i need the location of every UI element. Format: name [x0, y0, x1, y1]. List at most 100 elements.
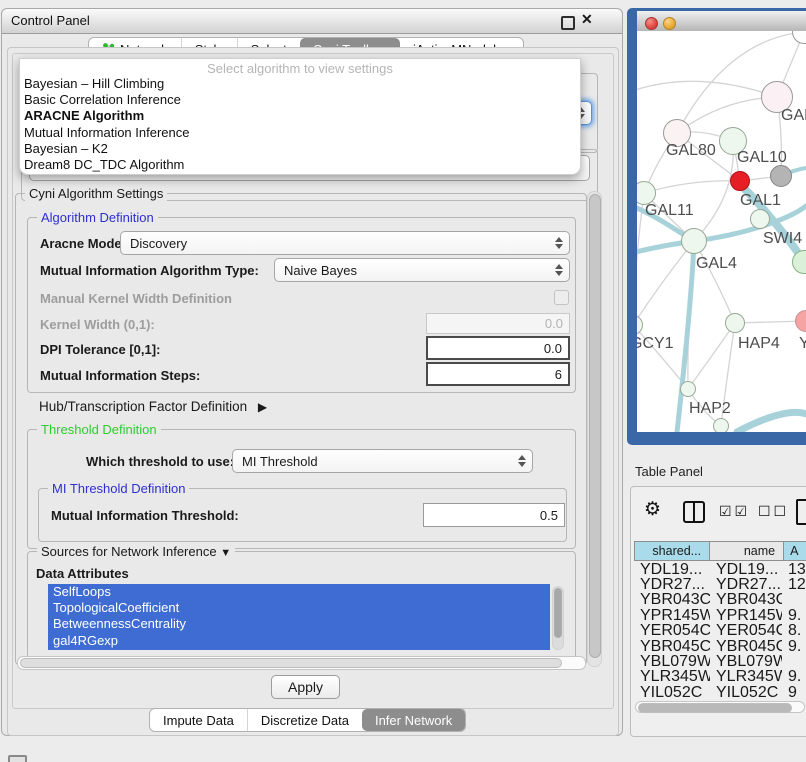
node-label-gcy1: GCY1 [637, 335, 674, 353]
node-unlabeled-gray[interactable] [770, 165, 792, 187]
mac-close-icon[interactable] [645, 17, 658, 30]
hub-definition-toggle[interactable]: Hub/Transcription Factor Definition ▶ [39, 399, 267, 414]
gear-icon[interactable]: ⚙ [644, 498, 661, 521]
expand-right-icon: ▶ [258, 400, 267, 414]
table-hscrollbar-thumb[interactable] [638, 703, 792, 713]
algorithm-option[interactable]: Dream8 DC_TDC Algorithm [20, 157, 580, 173]
algorithm-dropdown-hint: Select algorithm to view settings [20, 61, 580, 76]
node-label-gal-partial: GAL [781, 107, 806, 125]
tab-discretize-data[interactable]: Discretize Data [247, 709, 362, 731]
table-header-row: shared... name A [634, 541, 806, 561]
column-header-name[interactable]: name [710, 542, 784, 560]
mi-steps-label: Mutual Information Steps: [40, 368, 200, 383]
node-gal1-red[interactable] [730, 171, 750, 191]
node-hap4[interactable] [725, 313, 745, 333]
control-panel-titlebar[interactable]: Control Panel ✕ [2, 9, 622, 34]
bottom-tabbar: Impute Data Discretize Data Infer Networ… [149, 708, 466, 732]
node-hap2[interactable] [680, 381, 696, 397]
node-label-y-partial: Y [799, 335, 806, 353]
mi-type-combo[interactable]: Naive Bayes [274, 258, 570, 282]
node-gal4[interactable] [681, 228, 707, 254]
table-row[interactable]: YLR345WYLR345W9. [634, 670, 806, 685]
node-label-swi4: SWI4 [763, 230, 802, 248]
combo-spinner-icon [555, 237, 563, 249]
apply-button[interactable]: Apply [271, 675, 340, 699]
bottom-left-chip[interactable] [8, 755, 27, 762]
node-table: shared... name A [634, 541, 806, 561]
table-row[interactable]: YIL052CYIL052C9 [634, 685, 806, 699]
combo-spinner-icon [518, 455, 526, 467]
collapse-down-icon: ▼ [220, 547, 231, 559]
algorithm-dropdown-popup: Select algorithm to view settings Bayesi… [19, 58, 581, 175]
columns-icon[interactable] [683, 501, 705, 523]
close-icon[interactable]: ✕ [581, 11, 593, 28]
attribute-item[interactable]: TopologicalCoefficient [48, 600, 550, 616]
node-label-hap4: HAP4 [738, 335, 780, 353]
mi-type-value: Naive Bayes [284, 263, 357, 278]
network-canvas[interactable]: GAL GAL80 GAL10 GAL1 GAL11 SWI4 GAL4 GCY… [637, 31, 806, 432]
data-attributes-label: Data Attributes [36, 566, 129, 581]
mac-minimize-icon[interactable] [663, 17, 676, 30]
kernel-width-field[interactable]: 0.0 [426, 313, 570, 334]
dpi-tolerance-field[interactable]: 0.0 [426, 336, 570, 360]
settings-scrollbar-thumb[interactable] [589, 194, 601, 658]
tab-impute-data[interactable]: Impute Data [150, 709, 247, 731]
mi-steps-field[interactable]: 6 [426, 362, 570, 386]
attribute-item[interactable]: BetweennessCentrality [48, 616, 550, 632]
table-row[interactable]: YBR045CYBR045C9. [634, 639, 806, 654]
attribute-item[interactable]: SelfLoops [48, 584, 550, 600]
algorithm-option[interactable]: Bayesian – K2 [20, 141, 580, 157]
sources-group-title[interactable]: Sources for Network Inference ▼ [37, 544, 235, 559]
node-label-gal4: GAL4 [696, 255, 737, 273]
table-row[interactable]: YDR27...YDR27...12 [634, 577, 806, 592]
mi-threshold-field[interactable]: 0.5 [423, 503, 565, 527]
tab-infer-network[interactable]: Infer Network [362, 709, 465, 731]
table-hscrollbar[interactable] [635, 701, 805, 713]
table-panel: ⚙ ☑☑ ☐☐ shared... name A YDL19...YDL19..… [630, 486, 806, 737]
table-row[interactable]: YBL079WYBL079W [634, 654, 806, 669]
table-row[interactable]: YPR145WYPR145W9. [634, 608, 806, 623]
algorithm-option[interactable]: Basic Correlation Inference [20, 92, 580, 108]
mi-threshold-label: Mutual Information Threshold: [51, 508, 239, 523]
dpi-tolerance-label: DPI Tolerance [0,1]: [40, 342, 160, 357]
node-label-gal11: GAL11 [645, 202, 694, 220]
control-panel-window: Control Panel ✕ Network Style Select Cyn… [1, 8, 623, 736]
aracne-mode-combo[interactable]: Discovery [120, 231, 570, 255]
manual-kernel-checkbox[interactable] [554, 290, 569, 305]
threshold-definition-group: Threshold Definition Which threshold to … [27, 429, 576, 549]
float-window-icon[interactable] [561, 16, 575, 30]
node-swi4[interactable] [750, 209, 770, 229]
screen: Control Panel ✕ Network Style Select Cyn… [0, 0, 806, 762]
table-row[interactable]: YDL19...YDL19...13 [634, 562, 806, 577]
algorithm-definition-title: Algorithm Definition [37, 210, 158, 225]
node-unlabeled-bottom[interactable] [713, 418, 729, 432]
kernel-width-label: Kernel Width (0,1): [40, 317, 155, 332]
settings-scrollbar[interactable] [587, 191, 602, 667]
data-attributes-list[interactable]: SelfLoops TopologicalCoefficient Between… [48, 584, 550, 650]
table-rows: YDL19...YDL19...13 YDR27...YDR27...12 YB… [634, 562, 806, 699]
column-header-partial[interactable]: A [784, 542, 806, 560]
select-all-checks-icon[interactable]: ☑☑ [719, 503, 750, 520]
hub-definition-label: Hub/Transcription Factor Definition [39, 399, 247, 414]
which-threshold-value: MI Threshold [242, 454, 318, 469]
algorithm-option[interactable]: Mutual Information Inference [20, 125, 580, 141]
algorithm-option[interactable]: Bayesian – Hill Climbing [20, 76, 580, 92]
algorithm-option-selected[interactable]: ARACNE Algorithm [20, 108, 580, 124]
table-row[interactable]: YER054CYER054C8. [634, 624, 806, 639]
attributes-scrollbar-thumb[interactable] [554, 588, 562, 638]
column-header-shared[interactable]: shared... [635, 542, 710, 560]
settings-hscrollbar[interactable] [17, 656, 586, 670]
which-threshold-combo[interactable]: MI Threshold [232, 449, 533, 473]
sources-group: Sources for Network Inference ▼ Data Att… [27, 551, 576, 659]
mac-zoom-icon[interactable] [681, 17, 692, 28]
node-label-hap2: HAP2 [689, 400, 731, 418]
network-window-titlebar[interactable] [637, 11, 806, 32]
document-icon[interactable] [796, 499, 806, 525]
deselect-all-checks-icon[interactable]: ☐☐ [758, 503, 789, 520]
attributes-scrollbar[interactable] [552, 586, 564, 650]
table-row[interactable]: YBR043CYBR043C [634, 593, 806, 608]
aracne-mode-label: Aracne Mode: [40, 236, 126, 251]
settings-hscrollbar-thumb[interactable] [20, 658, 562, 668]
mi-threshold-group: MI Threshold Definition Mutual Informati… [38, 488, 567, 542]
attribute-item[interactable]: gal4RGexp [48, 633, 550, 649]
